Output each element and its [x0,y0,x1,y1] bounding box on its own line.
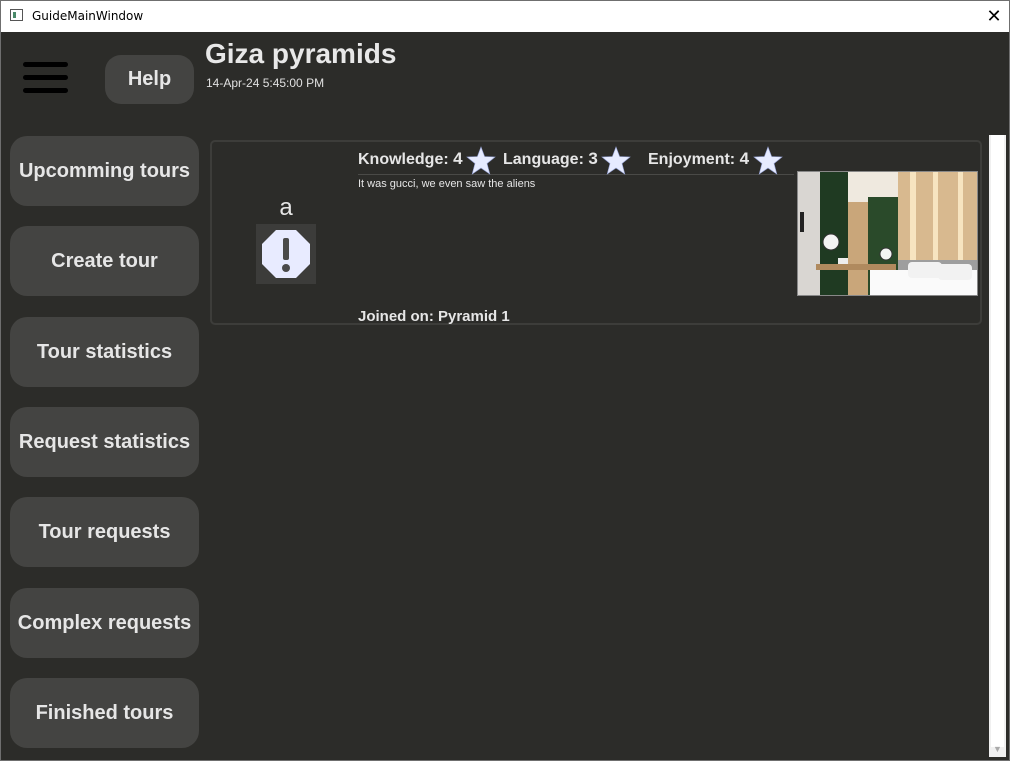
main-window: GuideMainWindow ✕ Help Giza pyramids 14-… [0,0,1010,761]
reviews-list: a Knowledge: 4 Language: 3 Enjoyment: 4 … [210,135,988,757]
create-tour-button[interactable]: Create tour [10,226,199,296]
tour-requests-button[interactable]: Tour requests [10,497,199,567]
help-button[interactable]: Help [105,55,194,104]
knowledge-label: Knowledge: [358,151,449,168]
review-card[interactable]: a Knowledge: 4 Language: 3 Enjoyment: 4 … [210,140,982,325]
page-title: Giza pyramids [205,38,397,69]
app-icon [10,9,23,21]
knowledge-rating: Knowledge: 4 [358,149,463,169]
language-value: 3 [588,149,598,168]
ratings-row: Knowledge: 4 Language: 3 Enjoyment: 4 [358,146,794,175]
user-initial: a [279,194,293,221]
request-statistics-button[interactable]: Request statistics [10,407,199,477]
finished-tours-button[interactable]: Finished tours [10,678,199,748]
upcoming-tours-button[interactable]: Upcomming tours [10,136,199,206]
hotel-room-photo[interactable] [797,171,978,296]
client-area: Help Giza pyramids 14-Apr-24 5:45:00 PM … [4,34,1006,757]
complex-requests-button[interactable]: Complex requests [10,588,199,658]
tour-date: 14-Apr-24 5:45:00 PM [206,76,325,90]
knowledge-value: 4 [453,149,463,168]
warning-octagon-icon [256,224,316,284]
enjoyment-value: 4 [739,149,750,168]
window-title: GuideMainWindow [32,9,144,23]
language-label: Language: [503,151,584,168]
star-icon [753,146,783,175]
vertical-scrollbar[interactable]: ▼ [989,135,1006,757]
enjoyment-rating: Enjoyment: 4 [648,149,749,169]
scrollbar-thumb[interactable] [991,135,1004,747]
language-rating: Language: 3 [503,149,598,169]
scroll-down-arrow-icon[interactable]: ▼ [993,744,1002,754]
tour-statistics-button[interactable]: Tour statistics [10,317,199,387]
enjoyment-label: Enjoyment: [648,151,736,168]
star-icon [466,146,496,175]
review-comment: It was gucci, we even saw the aliens [358,178,536,190]
star-icon [601,146,631,175]
title-bar: GuideMainWindow ✕ [1,1,1009,32]
hamburger-menu-icon[interactable] [23,62,69,98]
joined-location: Joined on: Pyramid 1 [358,308,510,325]
close-button[interactable]: ✕ [979,1,1009,32]
